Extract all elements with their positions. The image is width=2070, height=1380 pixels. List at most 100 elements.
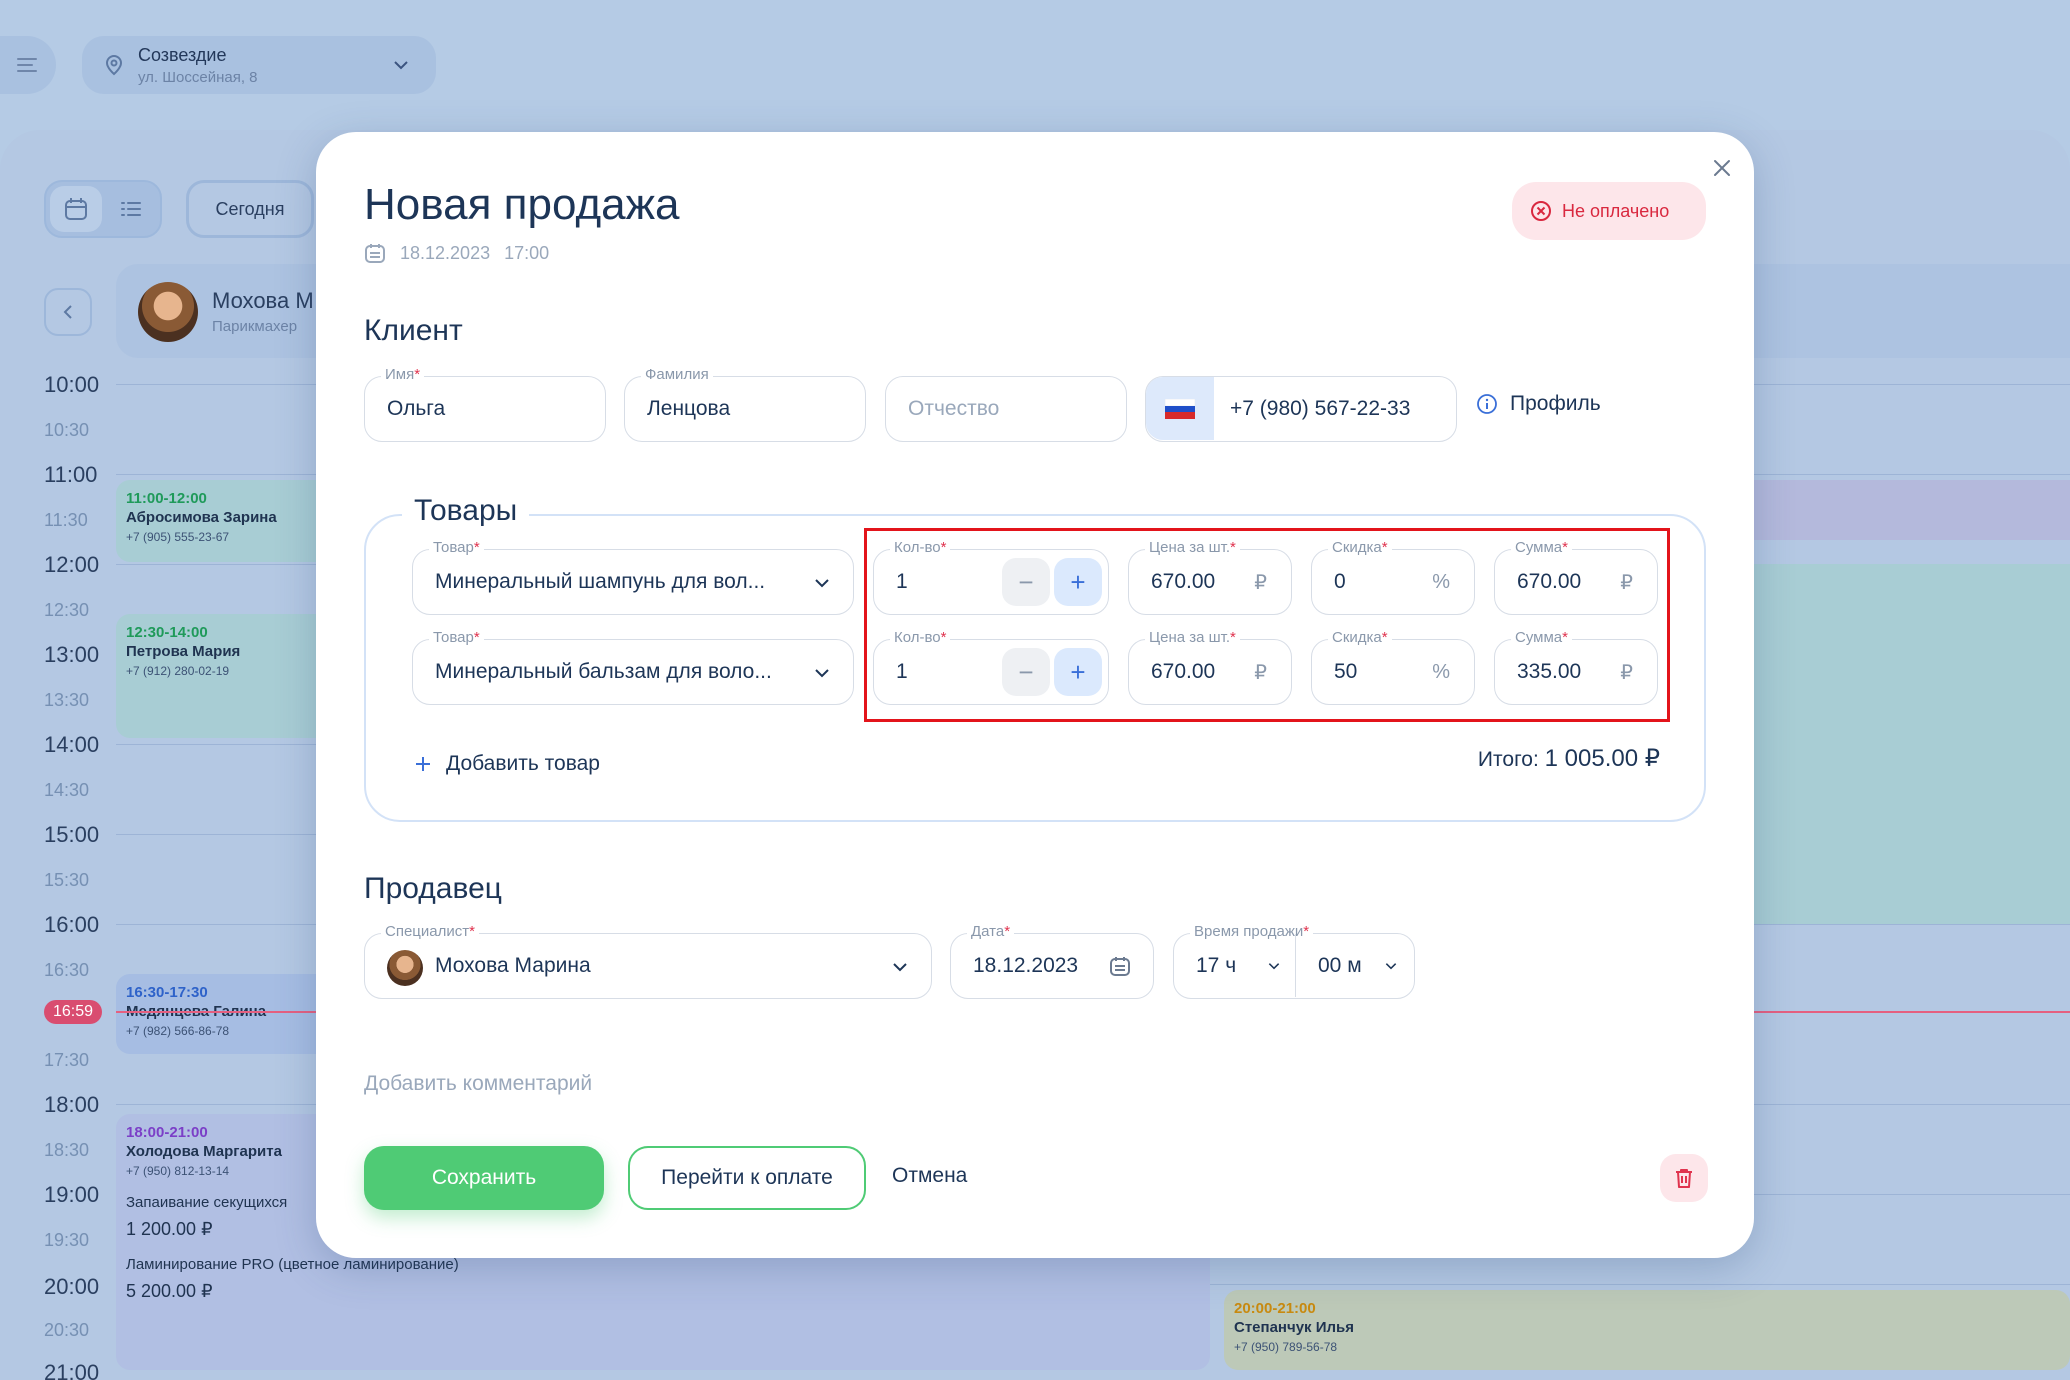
time-label: 15:00 bbox=[44, 822, 100, 847]
time-label: 12:00 bbox=[44, 552, 100, 577]
appointment-card[interactable]: 20:00-21:00 Степанчук Илья +7 (950) 789-… bbox=[1224, 1290, 2070, 1370]
chevron-down-icon bbox=[1268, 963, 1280, 970]
time-label: 13:30 bbox=[44, 690, 90, 710]
trash-icon bbox=[1676, 1169, 1692, 1188]
phone-field[interactable]: +7 (980) 567-22-33 bbox=[1145, 376, 1457, 442]
time-label: 18:00 bbox=[44, 1092, 100, 1117]
patronymic-field[interactable]: Отчество bbox=[885, 376, 1127, 442]
current-time-badge: 16:59 bbox=[44, 1000, 102, 1024]
cancel-button[interactable]: Отмена bbox=[892, 1164, 967, 1188]
modal-title: Новая продажа bbox=[364, 180, 680, 229]
time-label: 17:30 bbox=[44, 1050, 90, 1070]
list-icon[interactable] bbox=[120, 200, 142, 218]
field-label: Товар* bbox=[429, 629, 484, 646]
sale-time: 17:00 bbox=[504, 242, 550, 263]
time-label: 16:00 bbox=[44, 912, 100, 937]
go-to-payment-button[interactable]: Перейти к оплате bbox=[628, 1146, 866, 1210]
goods-section-title: Товары bbox=[402, 494, 530, 528]
add-good-button[interactable]: Добавить товар bbox=[414, 752, 600, 776]
payment-status-label: Не оплачено bbox=[1562, 200, 1670, 221]
chevron-down-icon bbox=[1385, 963, 1397, 970]
calendar-icon[interactable] bbox=[1109, 955, 1131, 977]
chevron-down-icon bbox=[815, 669, 829, 678]
appointment-phone: +7 (950) 789-56-78 bbox=[1234, 1340, 1338, 1354]
close-circle-icon bbox=[1531, 201, 1551, 221]
product-value: Минеральный бальзам для воло... bbox=[435, 660, 772, 683]
calendar-icon bbox=[365, 244, 385, 263]
total: Итого: 1 005.00 ₽ bbox=[1478, 744, 1660, 773]
country-selector[interactable] bbox=[1146, 377, 1214, 440]
phone-value: +7 (980) 567-22-33 bbox=[1230, 397, 1411, 420]
close-icon[interactable] bbox=[1710, 156, 1734, 180]
add-good-label: Добавить товар bbox=[446, 752, 600, 775]
add-comment-link[interactable]: Добавить комментарий bbox=[364, 1072, 592, 1096]
time-label: 10:00 bbox=[44, 372, 100, 397]
first-name-value: Ольга bbox=[387, 397, 446, 420]
calendar-view-button[interactable] bbox=[50, 186, 102, 232]
time-label: 16:30 bbox=[44, 960, 90, 980]
time-label: 14:30 bbox=[44, 780, 90, 800]
delete-button[interactable] bbox=[1660, 1154, 1708, 1202]
time-label: 11:00 bbox=[44, 462, 98, 487]
field-label: Имя* bbox=[381, 366, 425, 383]
info-icon bbox=[1477, 394, 1497, 414]
staff-avatar bbox=[138, 282, 198, 342]
calendar-icon bbox=[65, 198, 87, 220]
staff-role: Парикмахер bbox=[212, 318, 298, 335]
appointment-service: Ламинирование PRO (цветное ламинирование… bbox=[126, 1256, 459, 1273]
appointment-price: 5 200.00 ₽ bbox=[126, 1281, 213, 1301]
location-name: Созвездие bbox=[138, 44, 227, 65]
time-label: 21:00 bbox=[44, 1360, 100, 1380]
menu-button[interactable] bbox=[0, 36, 56, 94]
today-button[interactable]: Сегодня bbox=[186, 180, 314, 238]
minutes-select[interactable]: 00 м bbox=[1296, 934, 1414, 997]
time-label: 14:00 bbox=[44, 732, 100, 757]
time-label: 11:30 bbox=[44, 510, 88, 530]
specialist-select[interactable]: Специалист* Мохова Марина bbox=[364, 923, 932, 999]
hours-select[interactable]: 17 ч bbox=[1174, 934, 1296, 997]
product-select[interactable]: Товар* Минеральный шампунь для вол... bbox=[412, 539, 854, 615]
time-label: 20:30 bbox=[44, 1320, 90, 1340]
highlight-box bbox=[864, 528, 1670, 722]
date-field[interactable]: Дата* 18.12.2023 bbox=[950, 923, 1154, 999]
russia-flag-icon bbox=[1165, 398, 1195, 419]
product-select[interactable]: Товар* Минеральный бальзам для воло... bbox=[412, 629, 854, 705]
first-name-field[interactable]: Имя* Ольга bbox=[364, 366, 606, 442]
chevron-down-icon bbox=[815, 579, 829, 588]
total-label: Итого: bbox=[1477, 748, 1539, 771]
time-label: 15:30 bbox=[44, 870, 90, 890]
time-label: 13:00 bbox=[44, 642, 100, 667]
chevron-down-icon bbox=[893, 963, 907, 972]
appointment-block bbox=[1754, 564, 2070, 924]
location-address: ул. Шоссейная, 8 bbox=[138, 68, 258, 86]
view-toggle[interactable] bbox=[44, 180, 162, 238]
hours-value: 17 ч bbox=[1196, 953, 1237, 977]
specialist-value: Мохова Марина bbox=[435, 954, 591, 977]
time-label: 10:30 bbox=[44, 420, 90, 440]
time-label: 18:30 bbox=[44, 1140, 90, 1160]
product-value: Минеральный шампунь для вол... bbox=[435, 570, 766, 593]
date-value: 18.12.2023 bbox=[973, 954, 1079, 977]
staff-name: Мохова М bbox=[212, 288, 314, 313]
prev-button[interactable] bbox=[44, 288, 92, 336]
payment-status-badge[interactable]: Не оплачено bbox=[1512, 182, 1706, 240]
field-label: Товар* bbox=[429, 539, 484, 556]
save-button[interactable]: Сохранить bbox=[364, 1146, 604, 1210]
menu-icon bbox=[17, 58, 37, 72]
plus-icon bbox=[416, 757, 430, 771]
total-value: 1 005.00 ₽ bbox=[1544, 745, 1660, 772]
chevron-down-icon bbox=[394, 61, 408, 70]
specialist-avatar bbox=[387, 950, 423, 986]
time-label: 20:00 bbox=[44, 1274, 100, 1299]
client-section-title: Клиент bbox=[364, 314, 463, 347]
profile-label: Профиль bbox=[1510, 392, 1601, 415]
sale-time-field: Время продажи* 17 ч 00 м bbox=[1173, 923, 1415, 999]
field-label: Специалист* bbox=[381, 923, 479, 940]
chevron-left-icon bbox=[63, 305, 72, 319]
field-label: Дата* bbox=[967, 923, 1015, 940]
profile-link[interactable]: Профиль bbox=[1476, 392, 1601, 416]
location-selector[interactable]: Созвездие ул. Шоссейная, 8 bbox=[82, 36, 436, 94]
last-name-field[interactable]: Фамилия Ленцова bbox=[624, 366, 866, 442]
field-label: Фамилия bbox=[641, 366, 713, 383]
time-label: 19:30 bbox=[44, 1230, 90, 1250]
